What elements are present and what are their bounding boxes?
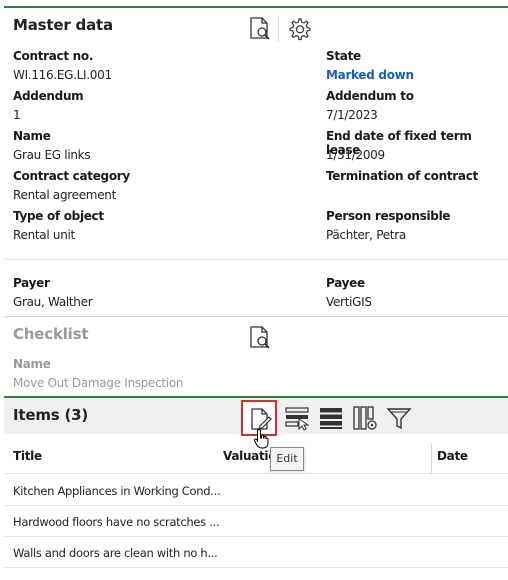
object-type-value: Rental unit [13,228,75,242]
payee-value: VertiGIS [326,295,372,309]
state-label: State [326,49,361,63]
person-responsible-value: Pächter, Petra [326,228,406,242]
payee-label: Payee [326,276,365,290]
contract-category-label: Contract category [13,169,130,183]
section-divider [4,6,508,8]
row-divider [4,505,508,506]
table-row[interactable]: Hardwood floors have no scratches ... [13,515,220,529]
table-header-divider [4,473,508,474]
checklist-name-label: Name [13,357,51,371]
gear-icon[interactable] [286,16,312,42]
column-separator [431,443,432,473]
table-row[interactable]: Kitchen Appliances in Working Cond... [13,484,221,498]
name-label: Name [13,129,51,143]
column-header-date[interactable]: Date [437,449,468,463]
contract-category-value: Rental agreement [13,188,116,202]
filter-icon[interactable] [386,405,412,431]
person-responsible-label: Person responsible [326,209,451,223]
object-type-label: Type of object [13,209,104,223]
column-settings-icon[interactable] [352,405,378,431]
row-divider [4,567,508,568]
select-rows-icon[interactable] [284,405,310,431]
addendum-value: 1 [13,108,21,122]
field-divider [4,259,508,260]
section-divider [4,316,508,317]
contract-no-label: Contract no. [13,49,94,63]
document-search-icon[interactable] [247,325,273,351]
addendum-to-value: 7/1/2023 [326,108,378,122]
addendum-to-label: Addendum to [326,89,414,103]
list-view-icon[interactable] [318,405,344,431]
column-header-valuation[interactable]: Valuatio [223,449,276,463]
name-value: Grau EG links [13,148,91,162]
toolbar-separator [278,16,279,42]
document-search-icon[interactable] [247,16,273,42]
end-date-value: 1/31/2009 [326,148,385,162]
master-data-title: Master data [13,16,113,34]
contract-no-value: WI.116.EG.LI.001 [13,68,112,82]
column-header-title[interactable]: Title [13,449,42,463]
termination-label: Termination of contract [326,169,478,183]
state-value[interactable]: Marked down [326,68,414,82]
table-row[interactable]: Walls and doors are clean with no h... [13,546,218,560]
checklist-title: Checklist [13,325,89,343]
row-divider [4,536,508,537]
edit-tooltip: Edit [270,447,304,471]
checklist-name-value: Move Out Damage Inspection [13,376,184,390]
items-title: Items (3) [13,406,89,424]
addendum-label: Addendum [13,89,84,103]
payer-value: Grau, Walther [13,295,93,309]
payer-label: Payer [13,276,50,290]
